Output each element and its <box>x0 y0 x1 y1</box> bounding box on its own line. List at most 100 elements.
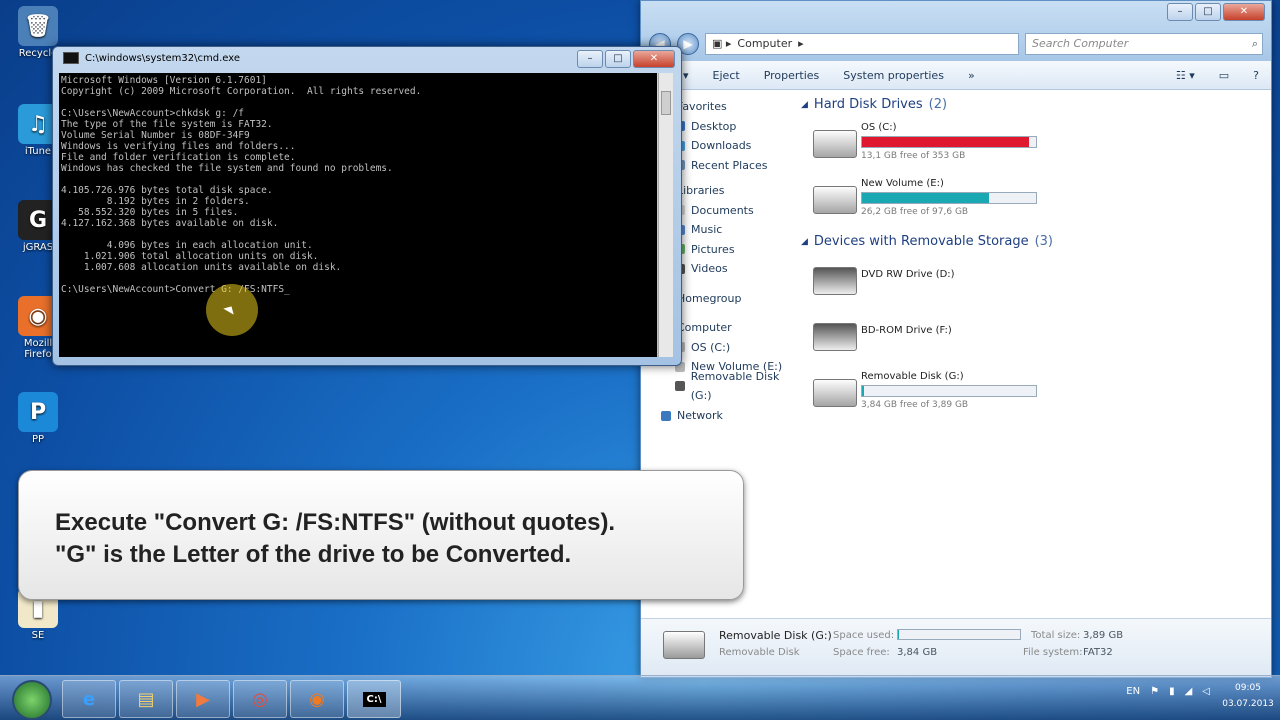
toolbar-system-properties[interactable]: System properties <box>831 69 956 82</box>
drive-item[interactable]: Removable Disk (G:) 3,84 GB free of 3,89 … <box>801 369 1261 421</box>
drive-name: Removable Disk (G:) <box>861 371 964 382</box>
nav-removable-disk-g[interactable]: Removable Disk (G:) <box>661 370 801 402</box>
removable-section-title[interactable]: ◢ Devices with Removable Storage (3) <box>801 234 1261 249</box>
nav-libraries[interactable]: Libraries <box>661 181 801 201</box>
console-line: C:\Users\NewAccount>chkdsk g: /f <box>61 108 245 119</box>
cmd-scrollbar[interactable] <box>658 73 673 357</box>
chrome-taskbar-button[interactable]: ◎ <box>233 680 287 718</box>
console-line: 4.096 bytes in each allocation unit. <box>61 240 313 251</box>
clock-date: 03.07.2013 <box>1222 699 1274 709</box>
console-line: File and folder verification is complete… <box>61 152 296 163</box>
nav-network[interactable]: Network <box>661 406 801 426</box>
cmd-titlebar[interactable]: C:\windows\system32\cmd.exe <box>63 52 240 64</box>
search-placeholder: Search Computer <box>1032 37 1129 50</box>
search-icon[interactable]: ⌕ <box>1252 34 1258 54</box>
nav-downloads[interactable]: Downloads <box>661 136 801 156</box>
drive-item[interactable]: New Volume (E:) 26,2 GB free of 97,6 GB <box>801 176 1261 228</box>
nav-label: Pictures <box>691 242 735 256</box>
cmd-taskbar-button[interactable]: C:\ <box>347 680 401 718</box>
nav-music[interactable]: Music <box>661 220 801 240</box>
drive-usage-fill <box>862 137 1030 147</box>
details-pane: Removable Disk (G:) Removable Disk Space… <box>641 618 1271 677</box>
volume-icon[interactable]: ◁ <box>1202 686 1210 697</box>
computer-icon: ▣ ▸ <box>712 37 732 50</box>
signal-icon[interactable]: ◢ <box>1185 686 1193 697</box>
console-line: 1.007.608 allocation units available on … <box>61 262 342 273</box>
console-output[interactable]: Microsoft Windows [Version 6.1.7601] Copy… <box>59 73 657 357</box>
section-count: (2) <box>928 97 948 112</box>
network-icon[interactable]: ▮ <box>1169 686 1175 697</box>
maximize-button[interactable]: □ <box>605 50 631 68</box>
nav-label: Favorites <box>677 100 727 113</box>
close-button[interactable]: ✕ <box>1223 3 1265 21</box>
nav-label: Music <box>691 223 723 236</box>
space-free-value: 3,84 GB <box>897 647 938 658</box>
drive-free-space: 3,84 GB free of 3,89 GB <box>861 400 969 410</box>
address-row: ◀ ▶ ▣ ▸ Computer ▸ Search Computer ⌕ <box>649 33 1263 55</box>
chrome-icon: ◎ <box>252 688 268 710</box>
nav-recent-places[interactable]: Recent Places <box>661 156 801 176</box>
nav-label: Computer <box>677 321 732 334</box>
drive-name: OS (C:) <box>861 122 897 133</box>
chevron-right-icon: ▸ <box>798 37 804 50</box>
clock[interactable]: 09:05 03.07.2013 <box>1222 680 1274 712</box>
clock-time: 09:05 <box>1235 683 1261 693</box>
usb-drive-icon <box>663 631 705 659</box>
console-line: The type of the file system is FAT32. <box>61 119 273 130</box>
space-free-label: Space free: <box>833 647 890 658</box>
drive-item[interactable]: BD-ROM Drive (F:) <box>801 313 1261 365</box>
address-segment[interactable]: Computer <box>737 34 792 54</box>
optical-drive-icon <box>813 323 857 351</box>
nav-label: Recent Places <box>691 158 768 172</box>
cmd-window[interactable]: C:\windows\system32\cmd.exe – □ ✕ Micros… <box>52 46 682 366</box>
search-input[interactable]: Search Computer ⌕ <box>1025 33 1263 55</box>
close-button[interactable]: ✕ <box>633 50 675 68</box>
action-center-icon[interactable]: ⚑ <box>1150 686 1159 697</box>
maximize-button[interactable]: □ <box>1195 3 1221 21</box>
toolbar-properties[interactable]: Properties <box>752 69 832 82</box>
section-label: Devices with Removable Storage <box>813 234 1029 249</box>
minimize-button[interactable]: – <box>1167 3 1193 21</box>
drive-item[interactable]: DVD RW Drive (D:) <box>801 257 1261 309</box>
nav-os-c[interactable]: OS (C:) <box>661 338 801 358</box>
nav-favorites[interactable]: Favorites <box>661 97 801 117</box>
command-bar: ance ▾ Eject Properties System propertie… <box>641 61 1271 90</box>
console-line: Microsoft Windows [Version 6.1.7601] <box>61 75 267 86</box>
toolbar-eject[interactable]: Eject <box>701 69 752 82</box>
nav-videos[interactable]: Videos <box>661 259 801 279</box>
space-used-bar <box>897 629 1021 640</box>
nav-documents[interactable]: Documents <box>661 201 801 221</box>
navigation-pane: Favorites Desktop Downloads Recent Place… <box>661 97 801 426</box>
drive-item[interactable]: OS (C:) 13,1 GB free of 353 GB <box>801 120 1261 172</box>
desktop-icon-label: SE <box>31 630 45 641</box>
help-icon[interactable]: ? <box>1241 69 1271 82</box>
start-button[interactable] <box>12 680 52 720</box>
media-player-taskbar-button[interactable]: ▶ <box>176 680 230 718</box>
nav-desktop[interactable]: Desktop <box>661 117 801 137</box>
nav-label: Desktop <box>691 119 737 133</box>
console-line: 4.127.162.368 bytes available on disk. <box>61 218 279 229</box>
nav-label: Removable Disk (G:) <box>690 369 780 403</box>
address-bar[interactable]: ▣ ▸ Computer ▸ <box>705 33 1019 55</box>
minimize-button[interactable]: – <box>577 50 603 68</box>
preview-pane-icon[interactable]: ▭ <box>1207 69 1241 82</box>
explorer-taskbar-button[interactable]: ▤ <box>119 680 173 718</box>
nav-computer[interactable]: Computer <box>661 318 801 338</box>
language-indicator[interactable]: EN <box>1126 686 1140 697</box>
drive-usage-bar <box>861 136 1037 148</box>
firefox-taskbar-button[interactable]: ◉ <box>290 680 344 718</box>
nav-homegroup[interactable]: Homegroup <box>661 289 801 309</box>
console-line: Volume Serial Number is 08DF-34F9 <box>61 130 250 141</box>
view-icon[interactable]: ☷ ▾ <box>1164 69 1207 82</box>
hard-disk-section-title[interactable]: ◢ Hard Disk Drives (2) <box>801 97 1261 112</box>
hard-disk-list: OS (C:) 13,1 GB free of 353 GB New Volume … <box>801 120 1261 228</box>
console-line: Windows is verifying files and folders..… <box>61 141 296 152</box>
toolbar-more[interactable]: » <box>956 69 987 82</box>
ie-taskbar-button[interactable]: e <box>62 680 116 718</box>
nav-pictures[interactable]: Pictures <box>661 240 801 260</box>
desktop-icon-item[interactable]: P PP <box>8 392 68 445</box>
scrollbar-thumb[interactable] <box>661 91 671 115</box>
